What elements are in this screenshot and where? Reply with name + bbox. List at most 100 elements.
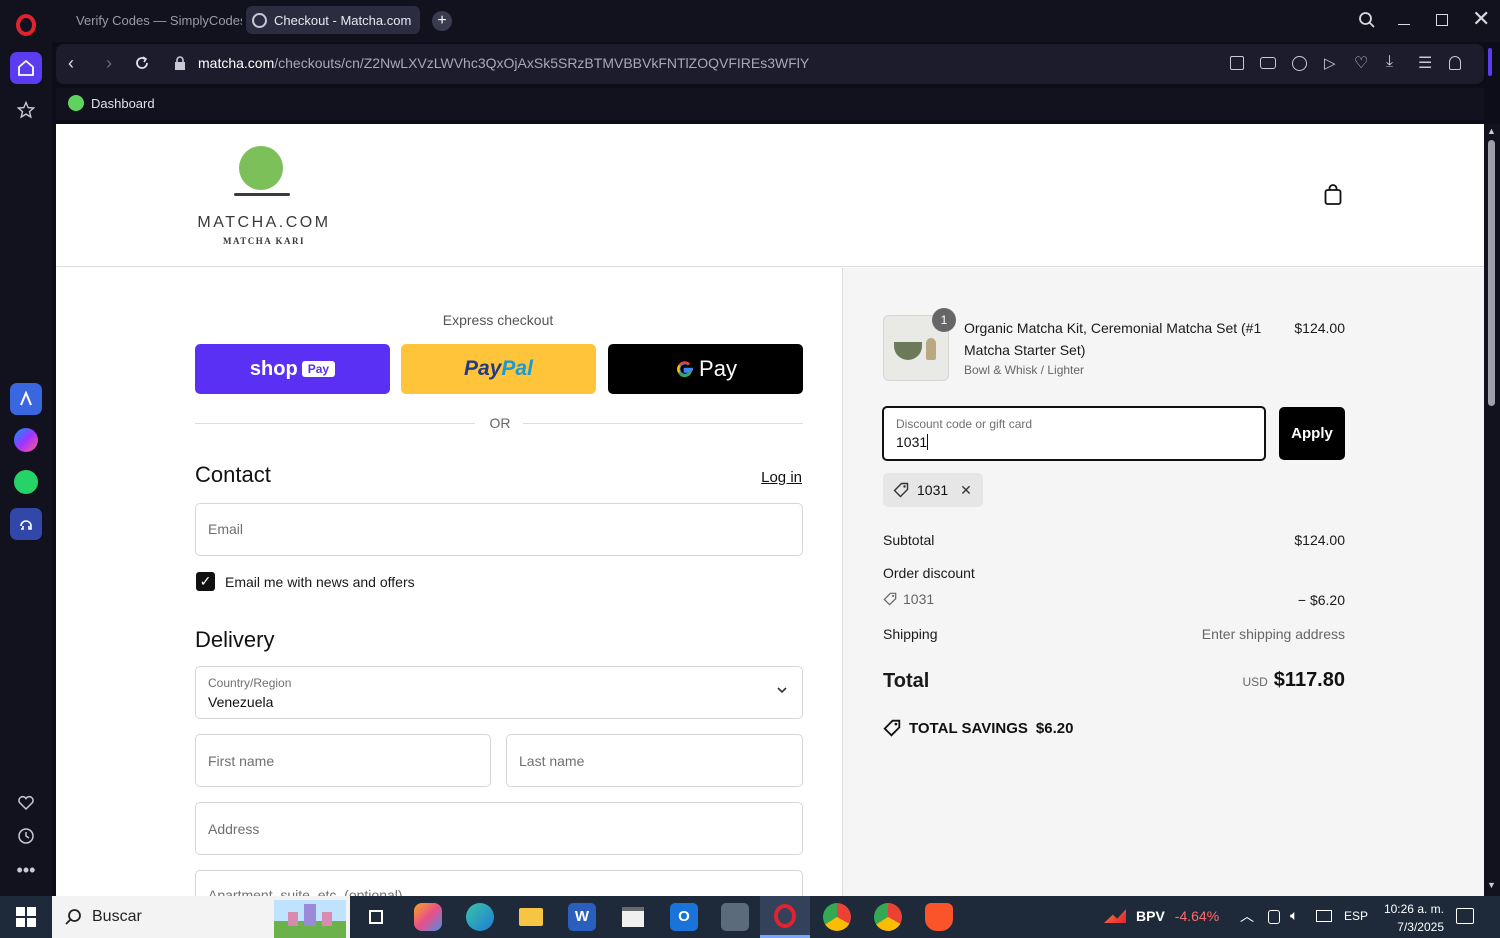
login-link[interactable]: Log in bbox=[756, 469, 802, 486]
opera-sidebar: ••• bbox=[0, 0, 52, 896]
bookmark-heart-icon[interactable]: ♡ bbox=[1354, 53, 1368, 73]
item-variant: Bowl & Whisk / Lighter bbox=[964, 363, 1085, 377]
snap-edit-icon[interactable] bbox=[1230, 56, 1244, 70]
url-path: /checkouts/cn/Z2NwLXVzLWVhc3QxOjAxSk5SRz… bbox=[274, 55, 810, 71]
lock-icon[interactable] bbox=[174, 56, 186, 76]
microsoft-store-icon[interactable] bbox=[619, 903, 647, 931]
chrome-icon[interactable] bbox=[874, 903, 902, 931]
tray-volume-icon[interactable]: 🔈︎ bbox=[1290, 907, 1298, 924]
heart-icon[interactable] bbox=[10, 787, 42, 819]
back-icon[interactable]: ‹ bbox=[68, 53, 74, 74]
more-icon[interactable]: ••• bbox=[10, 854, 42, 886]
cart-bag-icon[interactable] bbox=[1324, 184, 1342, 211]
tray-clock[interactable]: 10:26 a. m. 7/3/2025 bbox=[1376, 900, 1444, 936]
address-bar: ‹ › matcha.com/checkouts/cn/Z2NwLXVzLWVh… bbox=[56, 44, 1484, 84]
apply-button[interactable]: Apply bbox=[1279, 407, 1345, 460]
paypal-button[interactable]: Pay Pal bbox=[401, 344, 596, 394]
paypal-wordmark-b: Pal bbox=[501, 357, 533, 380]
download-icon[interactable]: ⤓ bbox=[1386, 53, 1393, 71]
history-icon[interactable] bbox=[10, 820, 42, 852]
order-discount-code: 1031 bbox=[883, 591, 934, 607]
news-checkbox[interactable]: ✓ bbox=[196, 572, 215, 591]
scroll-down-arrow-icon[interactable]: ▼ bbox=[1487, 880, 1496, 890]
page-scrollbar[interactable]: ▲ ▼ bbox=[1484, 124, 1500, 896]
order-summary: 1 Organic Matcha Kit, Ceremonial Matcha … bbox=[842, 268, 1484, 896]
store-logo[interactable]: MATCHA.COM MATCHA KARI bbox=[194, 146, 334, 250]
tray-language[interactable]: ESP bbox=[1344, 909, 1368, 923]
discount-value: 1031 bbox=[896, 434, 929, 450]
adblock-icon[interactable] bbox=[1292, 56, 1307, 71]
tray-network-icon[interactable] bbox=[1316, 910, 1332, 922]
stock-widget[interactable]: BPV -4.64% bbox=[1104, 908, 1219, 924]
profile-icon[interactable] bbox=[1449, 56, 1461, 70]
google-g-icon bbox=[677, 361, 694, 378]
windows-start-icon[interactable] bbox=[16, 907, 36, 927]
google-pay-button[interactable]: Pay bbox=[608, 344, 803, 394]
subtotal-value: $124.00 bbox=[1294, 532, 1345, 548]
search-tabs-icon[interactable] bbox=[1358, 11, 1376, 34]
camera-icon[interactable] bbox=[1260, 57, 1276, 69]
player-icon[interactable] bbox=[10, 508, 42, 540]
tray-chevron-up-icon[interactable]: ︿ bbox=[1240, 906, 1254, 926]
shipping-value: Enter shipping address bbox=[1201, 626, 1345, 642]
home-icon[interactable] bbox=[10, 52, 42, 84]
dashboard-favicon-icon bbox=[68, 95, 84, 111]
taskbar-search-box[interactable]: Buscar bbox=[52, 896, 350, 938]
copilot-icon[interactable] bbox=[414, 903, 442, 931]
forward-icon[interactable]: › bbox=[106, 53, 112, 74]
outlook-icon[interactable]: O bbox=[670, 903, 698, 931]
scrollbar-thumb[interactable] bbox=[1488, 140, 1495, 406]
item-name-line1: Organic Matcha Kit, Ceremonial Matcha Se… bbox=[964, 320, 1262, 336]
contact-heading: Contact bbox=[195, 462, 271, 487]
scroll-up-arrow-icon[interactable]: ▲ bbox=[1487, 126, 1496, 136]
new-tab-plus-icon[interactable]: + bbox=[432, 11, 452, 31]
tab-verify-codes[interactable]: Verify Codes — SimplyCodes bbox=[62, 6, 242, 34]
last-name-field[interactable]: Last name bbox=[506, 734, 803, 787]
address-field[interactable]: Address bbox=[195, 802, 803, 855]
tray-time: 10:26 a. m. bbox=[1383, 902, 1444, 916]
address-placeholder: Address bbox=[208, 821, 260, 837]
easy-setup-menu-icon[interactable]: ☰ bbox=[1418, 53, 1432, 73]
gpay-label: Pay bbox=[699, 356, 737, 381]
first-name-field[interactable]: First name bbox=[195, 734, 491, 787]
restore-icon[interactable] bbox=[1436, 14, 1448, 26]
speed-dial-star-icon[interactable] bbox=[10, 94, 42, 126]
edge-icon[interactable] bbox=[466, 903, 494, 931]
word-icon[interactable]: W bbox=[568, 903, 596, 931]
email-field[interactable]: Email bbox=[195, 503, 803, 556]
remove-code-icon[interactable]: ✕ bbox=[960, 482, 972, 499]
opera-logo-icon[interactable] bbox=[16, 14, 36, 36]
messenger-icon[interactable] bbox=[10, 424, 42, 456]
calculator-icon[interactable] bbox=[721, 903, 749, 931]
item-qty-badge: 1 bbox=[932, 308, 956, 332]
item-name-line2: Matcha Starter Set) bbox=[964, 342, 1086, 358]
apartment-field[interactable]: Apartment, suite, etc. (optional) bbox=[195, 870, 803, 896]
chrome-profile-icon[interactable] bbox=[823, 903, 851, 931]
whatsapp-icon[interactable] bbox=[10, 466, 42, 498]
order-discount-value: − $6.20 bbox=[1297, 592, 1345, 608]
shop-pay-button[interactable]: shop Pay bbox=[195, 344, 390, 394]
total-savings: TOTAL SAVINGS $6.20 bbox=[883, 719, 1073, 737]
total-amount: USD $117.80 bbox=[1145, 669, 1345, 692]
tab-checkout[interactable]: Checkout - Matcha.com bbox=[246, 6, 420, 34]
minimize-icon[interactable] bbox=[1398, 24, 1410, 25]
shop-pay-wordmark: shop bbox=[249, 357, 298, 380]
country-label: Country/Region bbox=[208, 676, 292, 690]
discount-code-field[interactable]: Discount code or gift card 1031 bbox=[882, 406, 1266, 461]
country-select[interactable]: Country/Region Venezuela bbox=[195, 666, 803, 719]
email-placeholder: Email bbox=[208, 521, 244, 537]
opera-taskbar-active[interactable] bbox=[760, 896, 810, 938]
store-header: MATCHA.COM MATCHA KARI bbox=[56, 124, 1484, 267]
notifications-icon[interactable] bbox=[1456, 908, 1474, 924]
url-field[interactable]: matcha.com/checkouts/cn/Z2NwLXVzLWVhc3Qx… bbox=[198, 55, 809, 71]
tray-meet-icon[interactable] bbox=[1268, 910, 1280, 924]
task-view-icon[interactable] bbox=[362, 903, 390, 931]
reload-icon[interactable] bbox=[134, 55, 150, 76]
aria-app-icon[interactable] bbox=[10, 383, 42, 415]
total-value: $117.80 bbox=[1273, 669, 1345, 691]
send-icon[interactable]: ▷ bbox=[1324, 54, 1336, 72]
brave-icon[interactable] bbox=[925, 903, 953, 931]
file-explorer-icon[interactable] bbox=[517, 903, 545, 931]
bookmark-dashboard[interactable]: Dashboard bbox=[68, 95, 155, 111]
close-window-icon[interactable]: ✕ bbox=[1472, 8, 1490, 30]
